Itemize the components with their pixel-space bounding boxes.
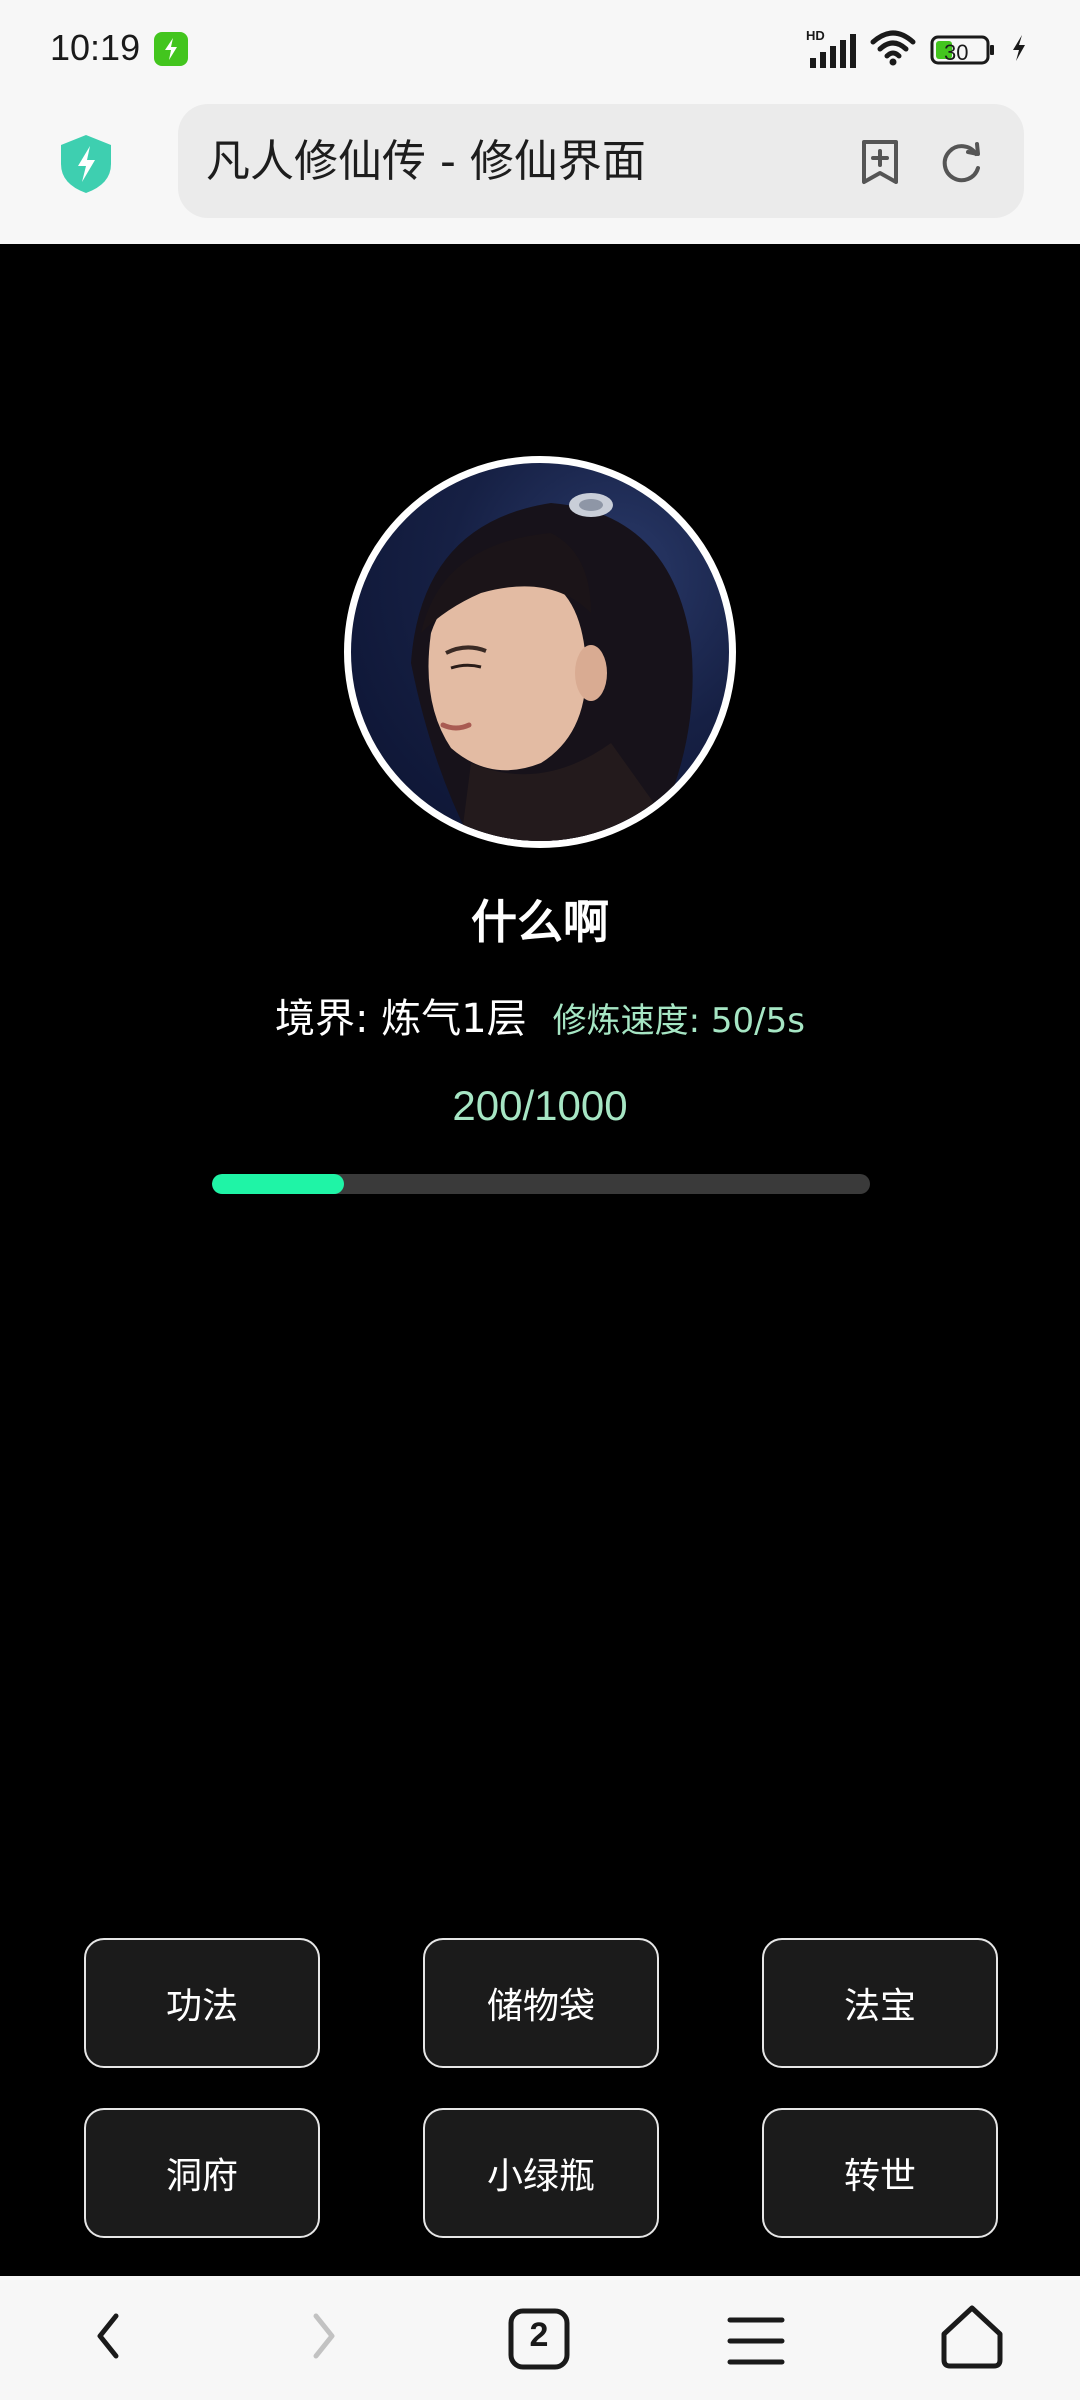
player-avatar[interactable] — [344, 456, 736, 848]
back-icon[interactable] — [86, 2306, 130, 2370]
security-shield-icon[interactable] — [56, 132, 116, 196]
status-time: 10:19 — [50, 27, 141, 68]
cultivation-progress-text: 200/1000 — [452, 1082, 628, 1129]
status-icons: HD 30 — [806, 28, 1028, 72]
storage-bag-button[interactable]: 储物袋 — [423, 1938, 659, 2068]
tab-count: 2 — [529, 2316, 549, 2354]
battery-level: 30 — [944, 40, 969, 65]
home-icon[interactable] — [938, 2302, 1006, 2374]
realm-label: 境界: 炼气1层 — [275, 996, 527, 1042]
cultivation-progress-fill — [212, 1174, 344, 1194]
page-title[interactable]: 凡人修仙传 - 修仙界面 — [206, 134, 646, 190]
charging-bolt-icon — [1010, 33, 1028, 67]
gongfa-button[interactable]: 功法 — [84, 1938, 320, 2068]
cultivation-progress-bar — [212, 1174, 870, 1194]
browser-toolbar: 凡人修仙传 - 修仙界面 — [0, 98, 1080, 244]
menu-icon[interactable] — [726, 2314, 786, 2372]
magic-treasure-button[interactable]: 法宝 — [762, 1938, 998, 2068]
reincarnation-button[interactable]: 转世 — [762, 2108, 998, 2238]
green-bottle-button[interactable]: 小绿瓶 — [423, 2108, 659, 2238]
add-bookmark-icon[interactable] — [854, 136, 906, 188]
address-bar[interactable]: 凡人修仙传 - 修仙界面 — [178, 104, 1024, 218]
wifi-icon — [870, 28, 916, 72]
cultivation-screen: 什么啊 境界: 炼气1层 修炼速度: 50/5s 200/1000 功法 储物袋 … — [0, 244, 1080, 2276]
status-bar: 10:19 HD 30 — [0, 0, 1080, 98]
cave-dwelling-button[interactable]: 洞府 — [84, 2108, 320, 2238]
refresh-icon[interactable] — [936, 136, 988, 188]
realm-row: 境界: 炼气1层 修炼速度: 50/5s — [0, 986, 1080, 1044]
cultivation-speed-label: 修炼速度: 50/5s — [552, 1001, 805, 1041]
tabs-button[interactable]: 2 — [508, 2308, 570, 2370]
player-name: 什么啊 — [471, 895, 609, 949]
forward-icon[interactable] — [302, 2306, 346, 2370]
browser-bottom-nav: 2 — [0, 2276, 1080, 2400]
battery-icon: 30 — [930, 34, 996, 66]
signal-icon: HD — [806, 28, 856, 72]
charging-notification-icon — [154, 32, 188, 66]
